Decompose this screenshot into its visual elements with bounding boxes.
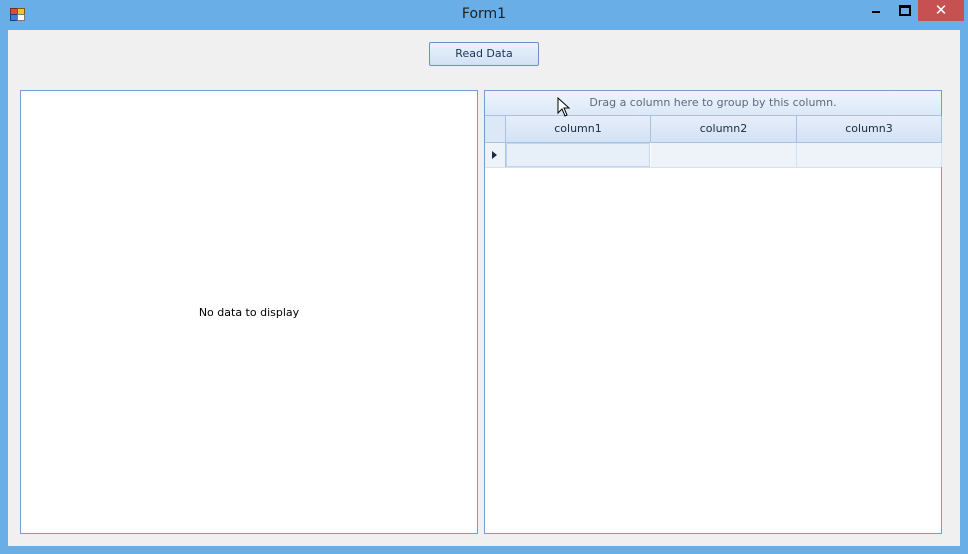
header-indicator-cell bbox=[485, 116, 506, 143]
column-header-column2[interactable]: column2 bbox=[651, 116, 797, 143]
maximize-button[interactable] bbox=[892, 0, 918, 21]
table-row[interactable] bbox=[485, 143, 942, 168]
mouse-cursor-icon bbox=[557, 97, 571, 117]
close-icon: ✕ bbox=[934, 1, 948, 19]
title-bar: Form1 ✕ bbox=[0, 0, 968, 30]
minimize-icon bbox=[872, 11, 880, 13]
row-indicator[interactable] bbox=[485, 143, 506, 167]
column-header-column1[interactable]: column1 bbox=[506, 116, 651, 143]
table-cell-column1[interactable] bbox=[506, 143, 650, 167]
left-grid-panel[interactable]: No data to display bbox=[20, 90, 478, 534]
table-cell-column2[interactable] bbox=[651, 143, 797, 167]
column-header-row: column1 column2 column3 bbox=[485, 116, 942, 143]
no-data-message: No data to display bbox=[198, 306, 300, 319]
minimize-button[interactable] bbox=[862, 0, 888, 21]
close-button[interactable]: ✕ bbox=[918, 0, 964, 21]
form-client-area: Read Data No data to display Drag a colu… bbox=[8, 30, 960, 546]
maximize-icon bbox=[899, 5, 911, 16]
column-header-column3[interactable]: column3 bbox=[797, 116, 942, 143]
window-title: Form1 bbox=[461, 6, 507, 22]
table-cell-column3[interactable] bbox=[797, 143, 942, 167]
row-indicator-arrow-icon bbox=[492, 151, 497, 159]
group-by-panel[interactable]: Drag a column here to group by this colu… bbox=[485, 91, 941, 116]
read-data-button[interactable]: Read Data bbox=[429, 42, 539, 66]
data-grid[interactable]: Drag a column here to group by this colu… bbox=[484, 90, 942, 534]
